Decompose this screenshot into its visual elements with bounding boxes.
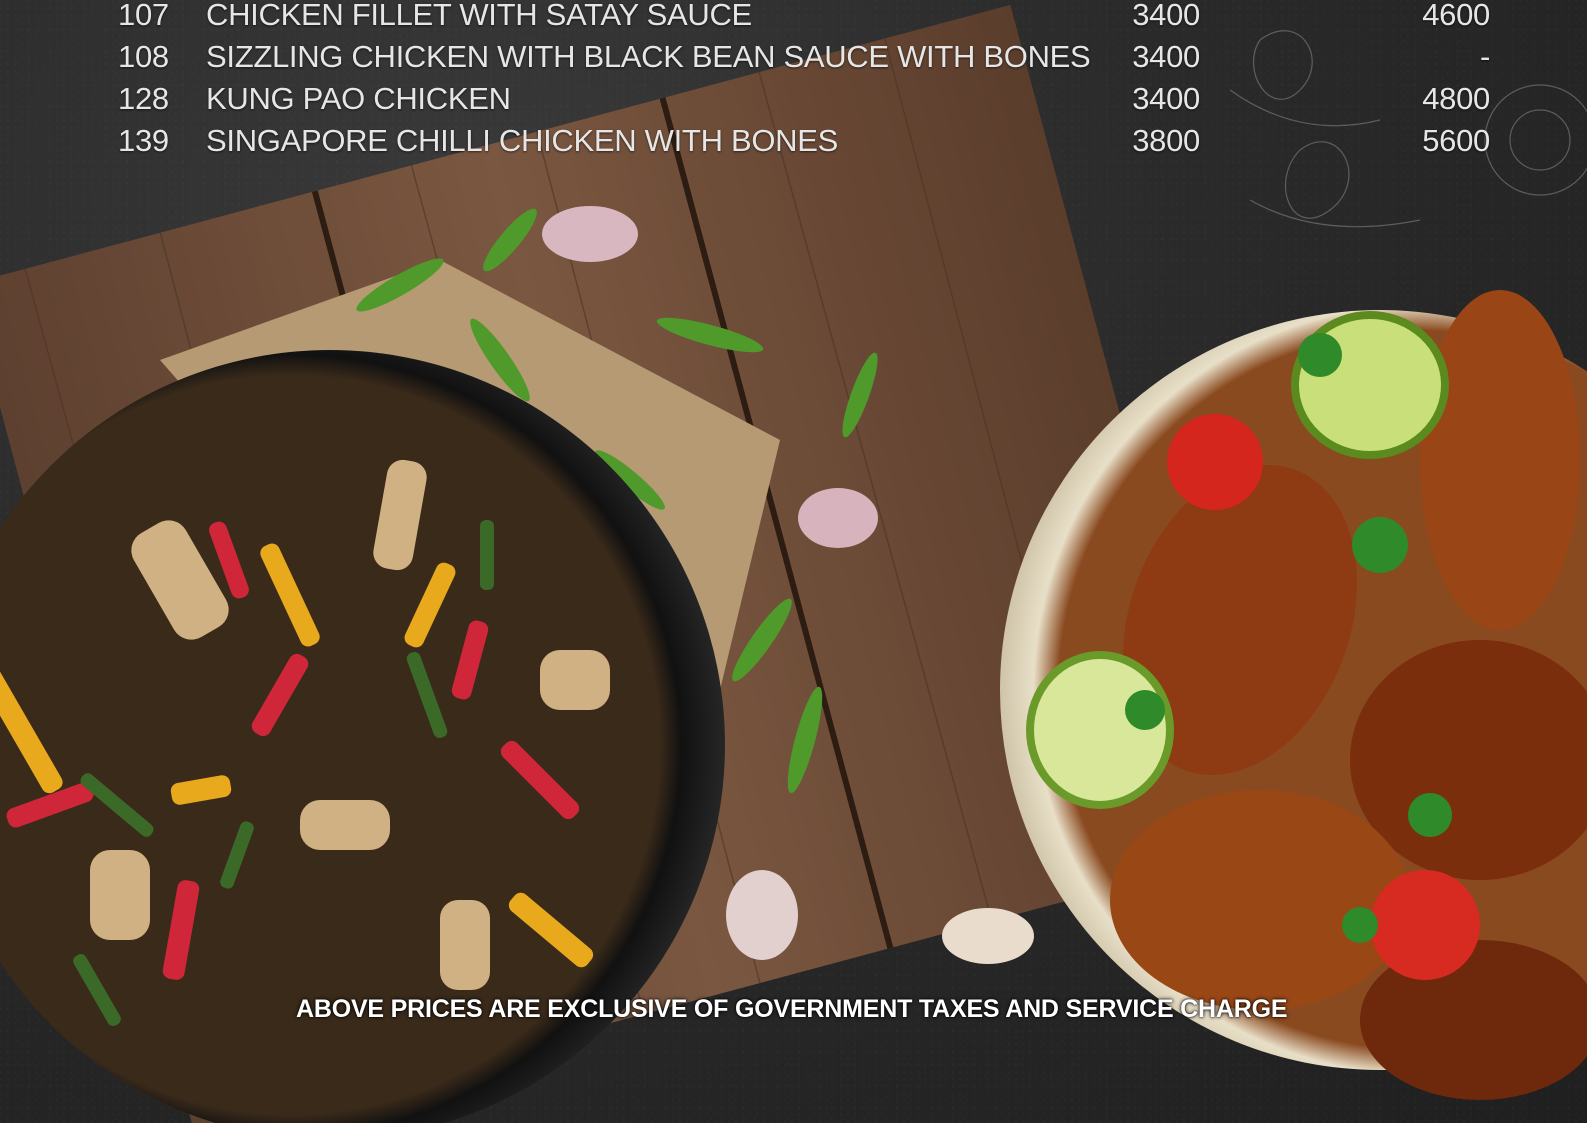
tax-disclaimer: ABOVE PRICES ARE EXCLUSIVE OF GOVERNMENT… xyxy=(296,995,1288,1023)
menu-page: 107 CHICKEN FILLET WITH SATAY SAUCE 3400… xyxy=(0,0,1587,1123)
garlic-clove xyxy=(542,206,638,262)
item-price-large: - xyxy=(1479,39,1490,74)
item-price-large: 4800 xyxy=(1422,81,1490,116)
item-name: CHICKEN FILLET WITH SATAY SAUCE xyxy=(206,0,752,32)
item-code: 139 xyxy=(118,123,169,158)
item-name: SINGAPORE CHILLI CHICKEN WITH BONES xyxy=(206,123,838,158)
menu-item-row: 107 CHICKEN FILLET WITH SATAY SAUCE 3400… xyxy=(0,0,1587,35)
item-price-large: 4600 xyxy=(1422,0,1490,32)
item-name: KUNG PAO CHICKEN xyxy=(206,81,511,116)
item-price-large: 5600 xyxy=(1422,123,1490,158)
item-code: 108 xyxy=(118,39,169,74)
item-price-small: 3800 xyxy=(1132,123,1200,158)
item-code: 128 xyxy=(118,81,169,116)
menu-item-row: 128 KUNG PAO CHICKEN 3400 4800 xyxy=(0,79,1587,119)
garlic-clove xyxy=(726,870,798,960)
food-photo-illustration xyxy=(0,4,1587,1123)
item-price-small: 3400 xyxy=(1132,81,1200,116)
menu-item-row: 108 SIZZLING CHICKEN WITH BLACK BEAN SAU… xyxy=(0,37,1587,77)
item-price-small: 3400 xyxy=(1132,0,1200,32)
item-price-small: 3400 xyxy=(1132,39,1200,74)
garlic-clove xyxy=(798,488,878,548)
item-code: 107 xyxy=(118,0,169,32)
item-name: SIZZLING CHICKEN WITH BLACK BEAN SAUCE W… xyxy=(206,39,1091,74)
garlic-clove xyxy=(942,908,1034,964)
menu-item-row: 139 SINGAPORE CHILLI CHICKEN WITH BONES … xyxy=(0,121,1587,161)
